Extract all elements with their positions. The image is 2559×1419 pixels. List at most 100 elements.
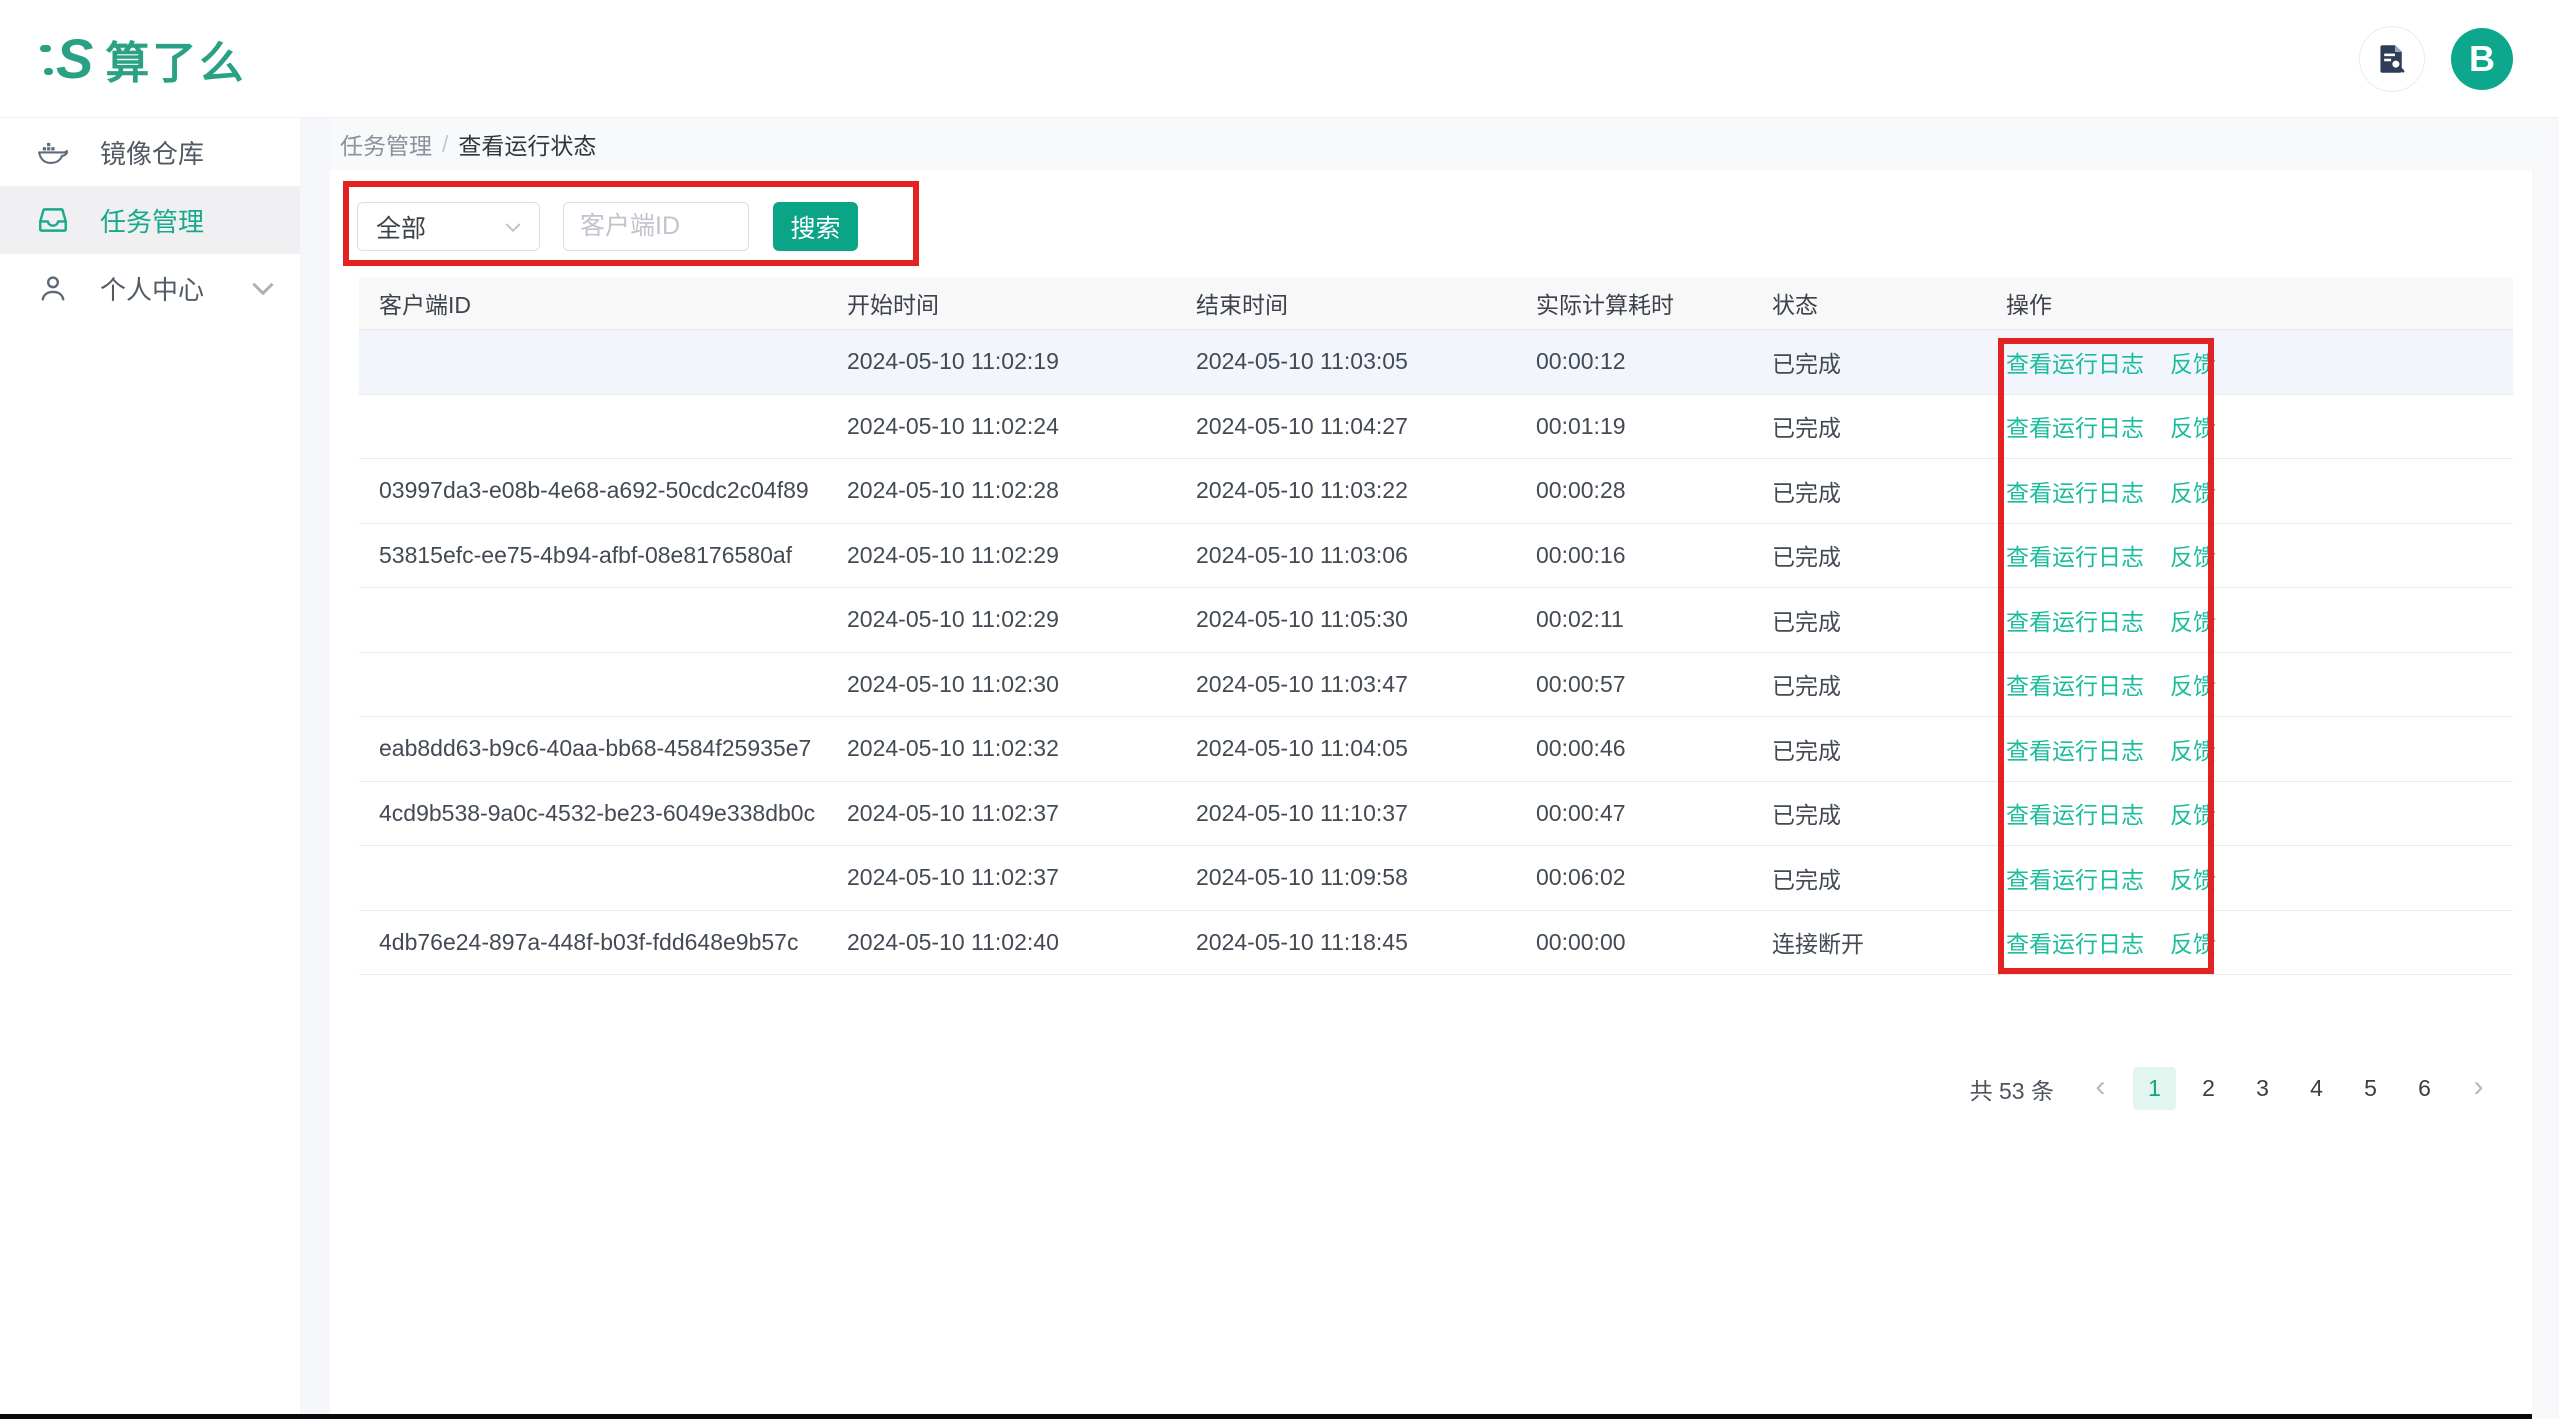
cell-end-time: 2024-05-10 11:09:58	[1176, 864, 1516, 891]
select-chevron-down-icon	[501, 215, 525, 239]
view-run-log-link[interactable]: 查看运行日志	[2006, 609, 2144, 635]
user-avatar[interactable]: B	[2451, 28, 2513, 90]
cell-client-id: 53815efc-ee75-4b94-afbf-08e8176580af	[359, 542, 827, 569]
cell-duration: 00:00:46	[1516, 735, 1752, 762]
view-run-log-link[interactable]: 查看运行日志	[2006, 351, 2144, 377]
pagination-prev-button[interactable]: ‹	[2079, 1067, 2122, 1110]
sidebar-item-task-management[interactable]: 任务管理	[0, 186, 300, 254]
cell-end-time: 2024-05-10 11:03:06	[1176, 542, 1516, 569]
cell-start-time: 2024-05-10 11:02:40	[827, 929, 1176, 956]
view-run-log-link[interactable]: 查看运行日志	[2006, 931, 2144, 957]
view-run-log-link[interactable]: 查看运行日志	[2006, 738, 2144, 764]
cell-client-id: 4db76e24-897a-448f-b03f-fdd648e9b57c	[359, 929, 827, 956]
cell-duration: 00:00:47	[1516, 800, 1752, 827]
breadcrumb-separator: /	[442, 131, 448, 158]
table-row[interactable]: eab8dd63-b9c6-40aa-bb68-4584f25935e72024…	[359, 717, 2513, 782]
table-row[interactable]: 2024-05-10 11:02:292024-05-10 11:05:3000…	[359, 588, 2513, 653]
table-row[interactable]: 53815efc-ee75-4b94-afbf-08e8176580af2024…	[359, 524, 2513, 589]
window-bottom-edge	[0, 1414, 2532, 1419]
cell-end-time: 2024-05-10 11:18:45	[1176, 929, 1516, 956]
cell-status: 已完成	[1752, 861, 1986, 895]
cell-end-time: 2024-05-10 11:03:05	[1176, 348, 1516, 375]
pagination-total: 共 53 条	[1970, 1072, 2054, 1106]
scrollbar-track[interactable]	[2532, 118, 2559, 1419]
view-run-log-link[interactable]: 查看运行日志	[2006, 867, 2144, 893]
cell-duration: 00:00:00	[1516, 929, 1752, 956]
sidebar-item-personal-center[interactable]: 个人中心	[0, 254, 300, 322]
status-filter-value: 全部	[376, 209, 501, 245]
logo-s-icon: S	[56, 31, 93, 87]
cell-status: 已完成	[1752, 345, 1986, 379]
feedback-link[interactable]: 反馈	[2170, 351, 2216, 377]
cell-status: 已完成	[1752, 732, 1986, 766]
pagination-page-5[interactable]: 5	[2349, 1067, 2392, 1110]
table-row[interactable]: 4db76e24-897a-448f-b03f-fdd648e9b57c2024…	[359, 911, 2513, 976]
sidebar-item-label: 个人中心	[100, 270, 246, 307]
cell-actions: 查看运行日志反馈	[1986, 861, 2493, 895]
app-logo[interactable]: S 算了么	[40, 27, 246, 91]
status-filter-select[interactable]: 全部	[357, 202, 540, 251]
feedback-link[interactable]: 反馈	[2170, 867, 2216, 893]
cell-start-time: 2024-05-10 11:02:37	[827, 800, 1176, 827]
pagination-page-3[interactable]: 3	[2241, 1067, 2284, 1110]
sidebar-item-image-repository[interactable]: 镜像仓库	[0, 118, 300, 186]
table-row[interactable]: 2024-05-10 11:02:372024-05-10 11:09:5800…	[359, 846, 2513, 911]
table-row[interactable]: 2024-05-10 11:02:302024-05-10 11:03:4700…	[359, 653, 2513, 718]
feedback-link[interactable]: 反馈	[2170, 802, 2216, 828]
cell-actions: 查看运行日志反馈	[1986, 603, 2493, 637]
pagination-next-button[interactable]: ›	[2457, 1067, 2500, 1110]
feedback-link[interactable]: 反馈	[2170, 931, 2216, 957]
cell-actions: 查看运行日志反馈	[1986, 796, 2493, 830]
table-row[interactable]: 4cd9b538-9a0c-4532-be23-6049e338db0c2024…	[359, 782, 2513, 847]
table-row[interactable]: 2024-05-10 11:02:242024-05-10 11:04:2700…	[359, 395, 2513, 460]
pagination-page-4[interactable]: 4	[2295, 1067, 2338, 1110]
breadcrumb-parent[interactable]: 任务管理	[340, 127, 432, 161]
view-run-log-link[interactable]: 查看运行日志	[2006, 673, 2144, 699]
table-row[interactable]: 03997da3-e08b-4e68-a692-50cdc2c04f892024…	[359, 459, 2513, 524]
view-run-log-link[interactable]: 查看运行日志	[2006, 544, 2144, 570]
cell-client-id: 03997da3-e08b-4e68-a692-50cdc2c04f89	[359, 477, 827, 504]
cell-duration: 00:01:19	[1516, 413, 1752, 440]
sidebar-item-label: 镜像仓库	[100, 134, 280, 171]
cell-actions: 查看运行日志反馈	[1986, 474, 2493, 508]
sidebar: 镜像仓库 任务管理 个人中心	[0, 118, 300, 1414]
cell-actions: 查看运行日志反馈	[1986, 409, 2493, 443]
pagination-page-6[interactable]: 6	[2403, 1067, 2446, 1110]
view-run-log-link[interactable]: 查看运行日志	[2006, 480, 2144, 506]
view-run-log-link[interactable]: 查看运行日志	[2006, 802, 2144, 828]
breadcrumb-current: 查看运行状态	[458, 127, 596, 161]
app-body: 镜像仓库 任务管理 个人中心	[0, 118, 2559, 1414]
cell-actions: 查看运行日志反馈	[1986, 538, 2493, 572]
col-header-client-id: 客户端ID	[359, 286, 827, 320]
table-row[interactable]: 2024-05-10 11:02:192024-05-10 11:03:0500…	[359, 330, 2513, 395]
logo-text: 算了么	[105, 27, 246, 91]
audit-log-button[interactable]	[2359, 26, 2425, 92]
feedback-link[interactable]: 反馈	[2170, 738, 2216, 764]
cell-actions: 查看运行日志反馈	[1986, 667, 2493, 701]
cell-duration: 00:02:11	[1516, 606, 1752, 633]
feedback-link[interactable]: 反馈	[2170, 544, 2216, 570]
client-id-input[interactable]	[563, 202, 749, 251]
cell-actions: 查看运行日志反馈	[1986, 925, 2493, 959]
cell-start-time: 2024-05-10 11:02:29	[827, 542, 1176, 569]
cell-start-time: 2024-05-10 11:02:29	[827, 606, 1176, 633]
search-button[interactable]: 搜索	[773, 202, 858, 251]
avatar-letter: B	[2469, 38, 2495, 80]
feedback-link[interactable]: 反馈	[2170, 415, 2216, 441]
cell-status: 连接断开	[1752, 925, 1986, 959]
feedback-link[interactable]: 反馈	[2170, 609, 2216, 635]
sidebar-item-label: 任务管理	[100, 202, 280, 239]
feedback-link[interactable]: 反馈	[2170, 673, 2216, 699]
col-header-end-time: 结束时间	[1176, 286, 1516, 320]
cell-start-time: 2024-05-10 11:02:28	[827, 477, 1176, 504]
cell-actions: 查看运行日志反馈	[1986, 732, 2493, 766]
pagination-page-1[interactable]: 1	[2133, 1067, 2176, 1110]
pagination-page-2[interactable]: 2	[2187, 1067, 2230, 1110]
cell-status: 已完成	[1752, 409, 1986, 443]
feedback-link[interactable]: 反馈	[2170, 480, 2216, 506]
col-header-actions: 操作	[1986, 286, 2493, 320]
view-run-log-link[interactable]: 查看运行日志	[2006, 415, 2144, 441]
breadcrumb: 任务管理 / 查看运行状态	[330, 118, 2559, 170]
cell-status: 已完成	[1752, 474, 1986, 508]
cell-duration: 00:00:28	[1516, 477, 1752, 504]
